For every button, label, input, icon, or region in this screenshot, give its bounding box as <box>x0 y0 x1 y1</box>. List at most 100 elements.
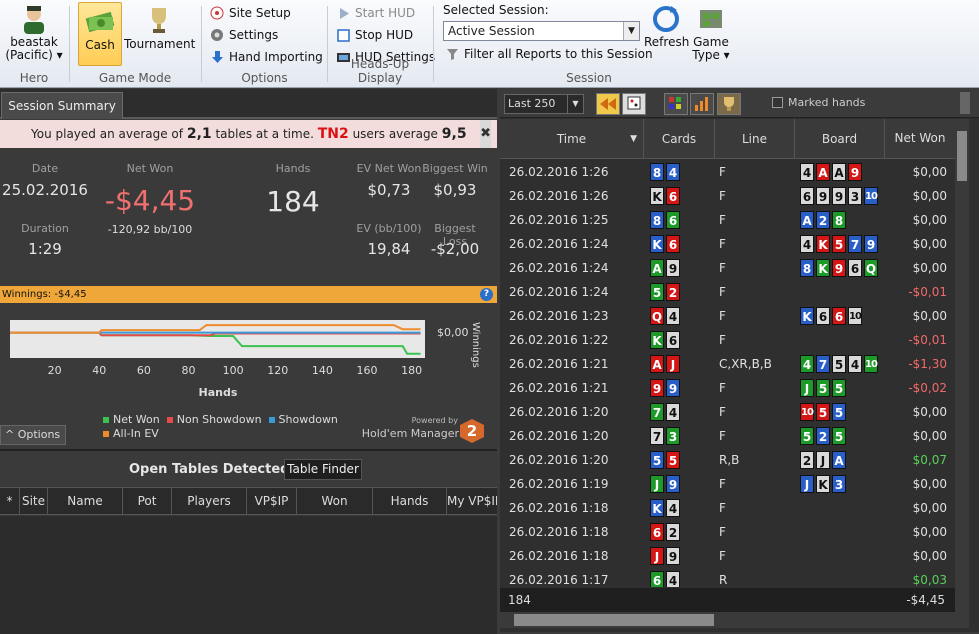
hole-cards: AJ <box>650 355 680 373</box>
session-select-value: Active Session <box>448 24 535 38</box>
hero-button[interactable]: beastak (Pacific) ▾ <box>4 4 64 62</box>
table-row[interactable]: 26.02.2016 1:24 5 2 F -$0,01 <box>500 280 955 304</box>
rewind-icon[interactable] <box>596 93 620 115</box>
board-cards: 8K96Q <box>800 259 878 277</box>
table-finder-button[interactable]: Table Finder <box>284 459 362 480</box>
help-icon[interactable]: ? <box>480 288 493 301</box>
game-mode-group: Cash Tournament Game Mode <box>70 0 200 88</box>
col-name[interactable]: Name <box>48 488 123 514</box>
col-time[interactable]: Time ▼ <box>500 119 644 158</box>
col-cards[interactable]: Cards <box>644 119 715 158</box>
dice-icon[interactable] <box>622 93 646 115</box>
chevron-down-icon: ▼ <box>567 95 583 113</box>
table-row[interactable]: 26.02.2016 1:19 J 9 F J K 3 $0,00 <box>500 472 955 496</box>
vertical-scrollbar[interactable] <box>955 119 969 612</box>
table-row[interactable]: 26.02.2016 1:21 A J C,XR,B,B 4 7 5 4 10 -$1,30 <box>500 352 955 376</box>
table-row[interactable]: 26.02.2016 1:18 J 9 F $0,00 <box>500 544 955 568</box>
hand-line: C,XR,B,B <box>719 357 772 371</box>
card: 4 <box>666 571 680 587</box>
col-won[interactable]: Won <box>297 488 373 514</box>
hand-time: 26.02.2016 1:18 <box>509 525 609 539</box>
site-setup-button[interactable]: Site Setup <box>210 4 291 22</box>
col-hands[interactable]: Hands <box>373 488 447 514</box>
table-row[interactable]: 26.02.2016 1:20 7 3 F 5 2 5 $0,00 <box>500 424 955 448</box>
trophy-filter-icon[interactable] <box>717 93 741 115</box>
cash-button[interactable]: Cash <box>78 2 122 66</box>
hole-cards: K4 <box>650 499 680 517</box>
col-line[interactable]: Line <box>715 119 795 158</box>
biggest-win-value: $0,93 <box>433 181 477 199</box>
table-row[interactable]: 26.02.2016 1:23 Q 4 F K 6 6 10 $0,00 <box>500 304 955 328</box>
holdem-manager-label: Hold'em Manager <box>361 427 459 440</box>
card: 5 <box>832 379 846 397</box>
hole-cards: K6 <box>650 331 680 349</box>
hand-net-won: $0,00 <box>912 549 947 563</box>
filter-session-button[interactable]: Filter all Reports to this Session <box>445 45 653 63</box>
settings-button[interactable]: Settings <box>210 26 278 44</box>
refresh-label: Refresh <box>644 35 690 49</box>
card: 2 <box>816 211 830 229</box>
start-hud-button[interactable]: Start HUD <box>336 4 415 22</box>
col-vpip[interactable]: VP$IP <box>247 488 297 514</box>
tournament-button[interactable]: Tournament <box>124 6 195 51</box>
hand-range-select[interactable]: Last 250 ▼ <box>504 94 584 114</box>
col-board[interactable]: Board <box>795 119 885 158</box>
chart-options-button[interactable]: ^ Options <box>0 425 66 445</box>
table-row[interactable]: 26.02.2016 1:26 8 4 F 4 A A 9 $0,00 <box>500 160 955 184</box>
table-row[interactable]: 26.02.2016 1:24 A 9 F 8 K 9 6 Q $0,00 <box>500 256 955 280</box>
table-row[interactable]: 26.02.2016 1:17 6 4 R $0,03 <box>500 568 955 587</box>
table-row[interactable]: 26.02.2016 1:18 K 4 F $0,00 <box>500 496 955 520</box>
duration-label: Duration <box>21 222 69 235</box>
card: 10 <box>800 403 814 421</box>
grid-view-icon[interactable] <box>664 93 688 115</box>
vertical-scroll-thumb[interactable] <box>957 131 967 181</box>
horizontal-scroll-thumb[interactable] <box>514 614 714 626</box>
hand-time: 26.02.2016 1:17 <box>509 573 609 587</box>
open-tables-section: Open Tables Detected Table Finder * Site… <box>0 449 497 634</box>
site-setup-label: Site Setup <box>229 6 291 20</box>
card: 9 <box>816 187 830 205</box>
hand-time: 26.02.2016 1:24 <box>509 237 609 251</box>
toolbar-scroll-handle[interactable] <box>960 92 970 114</box>
close-icon[interactable]: ✖ <box>480 120 491 148</box>
hand-importing-button[interactable]: Hand Importing <box>210 48 323 66</box>
group-label-hud: Heads-Up Display <box>350 57 410 85</box>
game-type-button[interactable]: Game Type ▾ <box>690 4 732 62</box>
card: 7 <box>848 235 862 253</box>
table-row[interactable]: 26.02.2016 1:25 8 6 F A 2 8 $0,00 <box>500 208 955 232</box>
marked-hands-checkbox[interactable]: Marked hands <box>772 96 865 109</box>
table-row[interactable]: 26.02.2016 1:26 K 6 F 6 9 9 3 10 $0,00 <box>500 184 955 208</box>
settings-label: Settings <box>229 28 279 42</box>
table-row[interactable]: 26.02.2016 1:22 K 6 F -$0,01 <box>500 328 955 352</box>
ribbon-toolbar: beastak (Pacific) ▾ Hero Cash Tournament… <box>0 0 979 88</box>
hands-value: 184 <box>266 185 320 218</box>
hand-line: F <box>719 333 726 347</box>
trophy-icon <box>152 8 166 33</box>
hand-line: F <box>719 189 726 203</box>
play-icon <box>340 7 349 19</box>
col-star[interactable]: * <box>0 488 20 514</box>
cash-label: Cash <box>85 38 115 52</box>
session-select[interactable]: Active Session ▼ <box>443 21 640 41</box>
hand-time: 26.02.2016 1:20 <box>509 405 609 419</box>
table-row[interactable]: 26.02.2016 1:21 9 9 F J 5 5 -$0,02 <box>500 376 955 400</box>
col-net-won[interactable]: Net Won <box>885 119 955 158</box>
refresh-button[interactable]: Refresh <box>644 4 690 49</box>
col-site[interactable]: Site <box>20 488 48 514</box>
col-my-vpip[interactable]: My VP$IP <box>447 488 497 514</box>
table-row[interactable]: 26.02.2016 1:18 6 2 F $0,00 <box>500 520 955 544</box>
bar-chart-icon[interactable] <box>690 93 714 115</box>
card: 3 <box>848 187 862 205</box>
col-pot[interactable]: Pot <box>123 488 172 514</box>
ev-bb-value: 19,84 <box>367 240 411 258</box>
col-players[interactable]: Players <box>172 488 247 514</box>
stop-hud-button[interactable]: Stop HUD <box>336 26 413 44</box>
tables-average-notice: You played an average of 2,1 tables at a… <box>0 120 497 148</box>
table-row[interactable]: 26.02.2016 1:20 5 5 R,B 2 J A $0,07 <box>500 448 955 472</box>
stop-icon <box>337 28 350 42</box>
net-won-bb: -120,92 bb/100 <box>107 223 193 236</box>
table-row[interactable]: 26.02.2016 1:24 K 6 F 4 K 5 7 9 $0,00 <box>500 232 955 256</box>
tab-session-summary[interactable]: Session Summary <box>1 92 123 119</box>
table-row[interactable]: 26.02.2016 1:20 7 4 F 10 5 5 $0,00 <box>500 400 955 424</box>
hands-grid-header: Time ▼ Cards Line Board Net Won <box>500 119 955 159</box>
